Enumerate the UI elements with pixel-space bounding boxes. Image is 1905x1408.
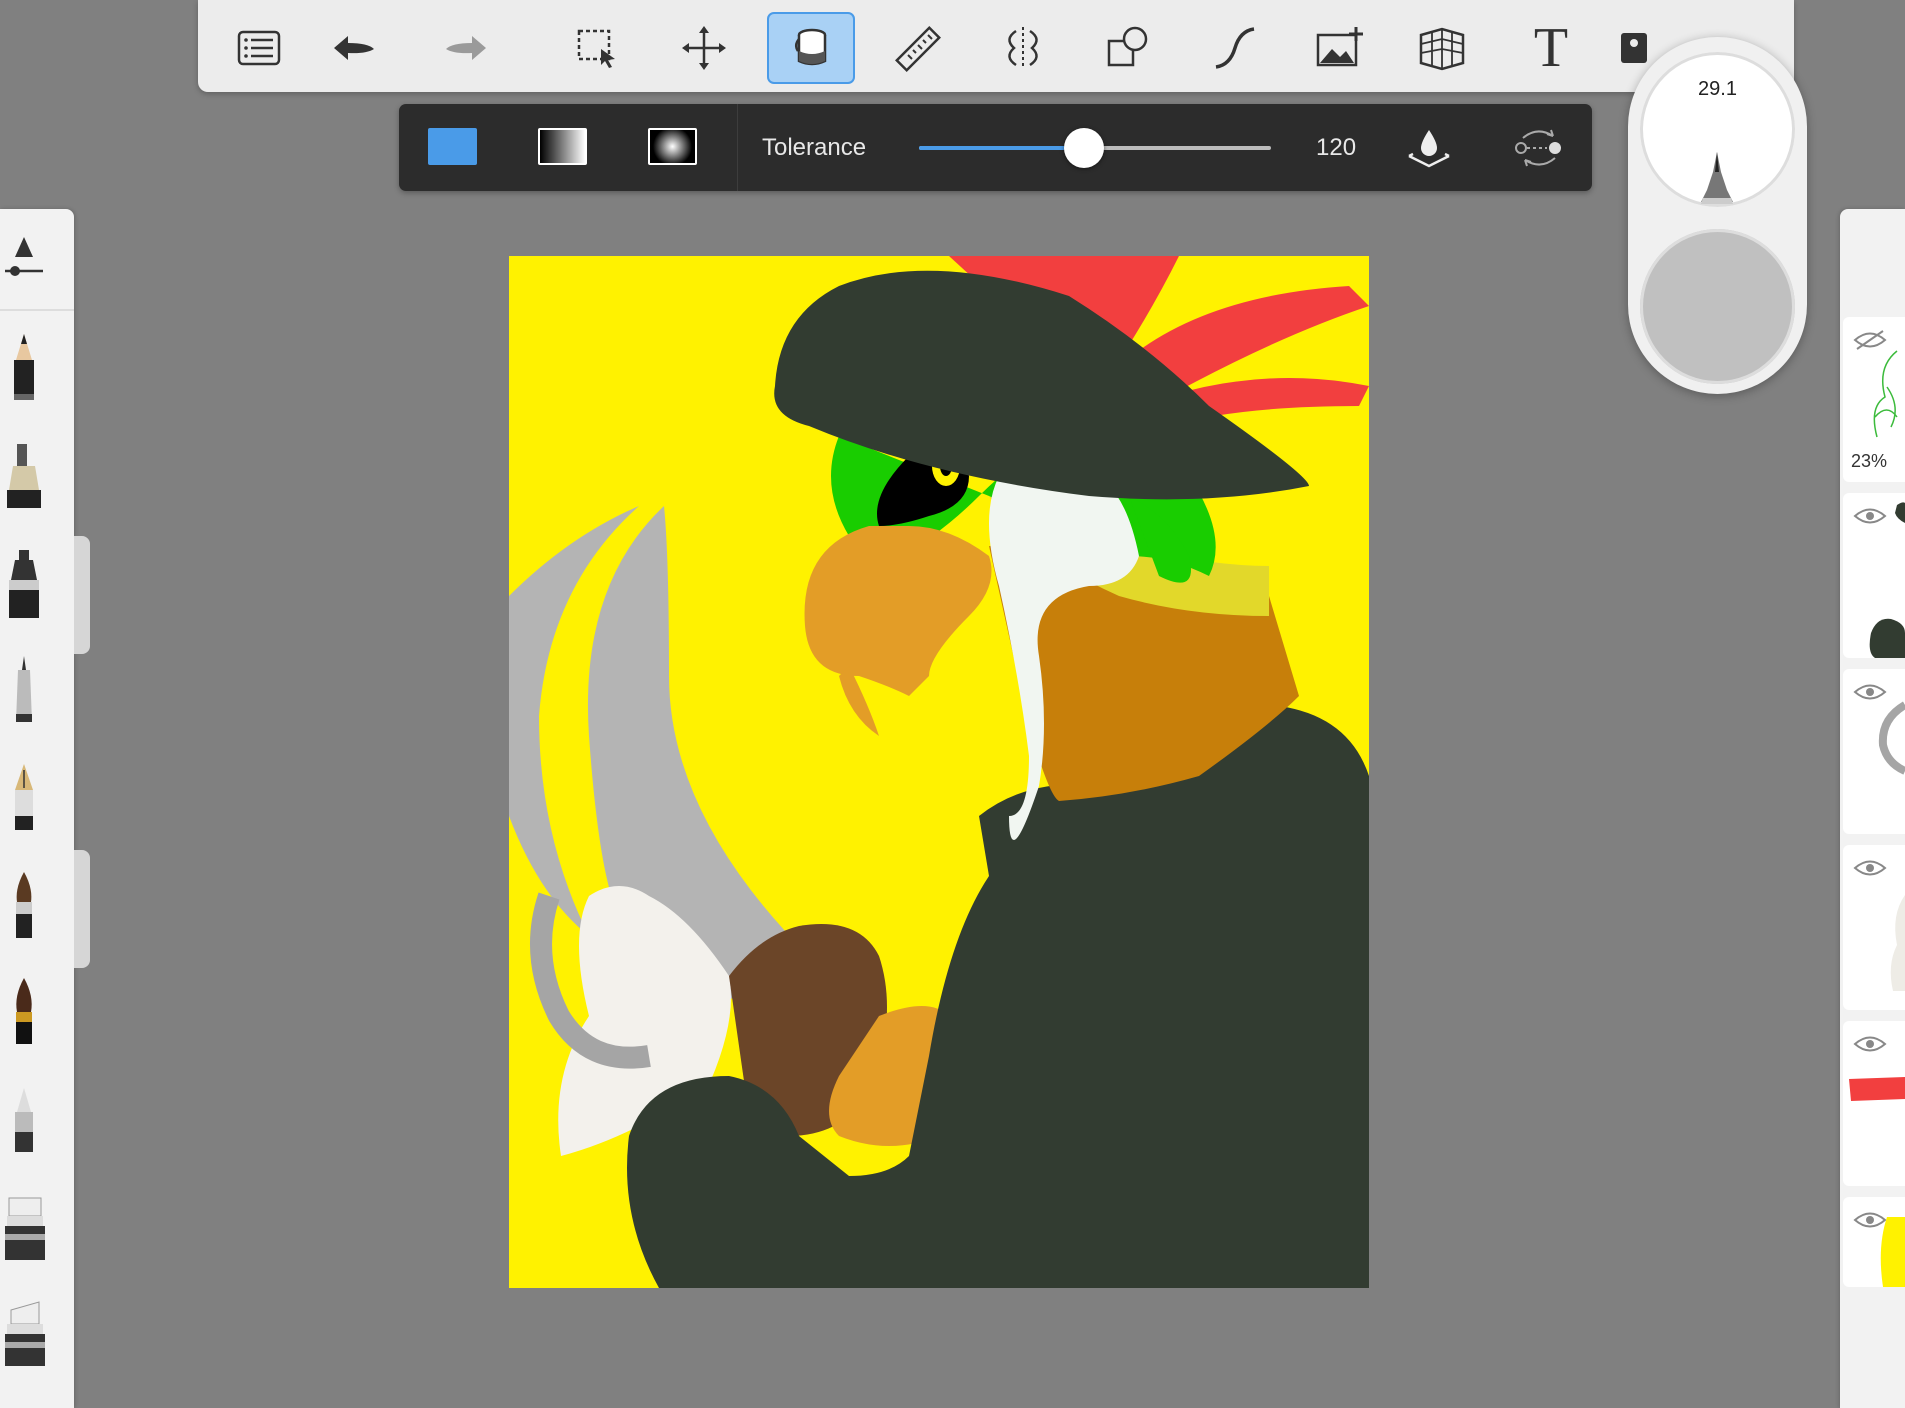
eye-visible-icon[interactable]	[1853, 1033, 1887, 1055]
layer-background-thumbnail	[1880, 1217, 1905, 1287]
symmetry-tool-button[interactable]	[979, 12, 1067, 84]
tolerance-value: 120	[1316, 134, 1357, 161]
shapes-icon	[1107, 26, 1148, 67]
fill-linear-gradient-button[interactable]	[538, 128, 587, 165]
layer-sketch-thumbnail	[1873, 350, 1898, 438]
redo-button[interactable]	[421, 12, 509, 84]
tolerance-slider-fill	[919, 146, 1085, 150]
layer-hat[interactable]	[1843, 493, 1905, 658]
undo-button[interactable]	[311, 12, 399, 84]
brush-felt-pen[interactable]	[0, 545, 48, 625]
brush-library-panel	[0, 209, 74, 1408]
tolerance-label: Tolerance	[762, 134, 867, 161]
layer-cloth[interactable]	[1843, 845, 1905, 1010]
perspective-grid-icon	[1419, 27, 1465, 71]
drawing-canvas[interactable]	[509, 256, 1369, 1288]
text-tool-button[interactable]: T	[1507, 12, 1595, 84]
fountain-pen-icon	[15, 764, 33, 830]
layer-hat-thumbnail	[1869, 502, 1905, 658]
eraser-icon	[5, 1197, 45, 1260]
text-icon: T	[1533, 17, 1569, 79]
layer-sketch[interactable]: 23%	[1843, 317, 1905, 482]
layer-feather[interactable]	[1843, 1021, 1905, 1186]
layer-opacity-value: 23%	[1851, 451, 1888, 471]
swap-cycle-icon	[1515, 129, 1561, 167]
smudge-eraser-icon	[5, 1301, 45, 1366]
transform-tool-button[interactable]	[660, 12, 748, 84]
droplet-layer-icon	[1408, 130, 1450, 168]
brush-puck[interactable]: 29.1	[1628, 37, 1807, 394]
brush-opacity-dial[interactable]	[1640, 229, 1795, 384]
list-icon	[237, 30, 281, 66]
layer-background[interactable]	[1843, 1197, 1905, 1287]
fill-mode-toggle-button[interactable]	[1511, 124, 1567, 172]
ruler-tool-button[interactable]	[874, 12, 962, 84]
symmetry-icon	[1008, 27, 1038, 69]
brush-watercolor[interactable]	[0, 973, 48, 1053]
layers-header[interactable]	[1840, 209, 1905, 309]
airbrush-icon	[15, 1088, 33, 1152]
import-image-button[interactable]	[1295, 12, 1383, 84]
fill-tool-button[interactable]	[767, 12, 855, 84]
brush-panel-handle-upper[interactable]	[74, 536, 90, 654]
pen-nib-icon	[1701, 152, 1733, 204]
brush-panel-divider	[0, 309, 74, 311]
curve-tool-button[interactable]	[1191, 12, 1279, 84]
layer-cloth-thumbnail	[1890, 895, 1905, 991]
tolerance-slider[interactable]	[919, 128, 1271, 168]
curve-icon	[1215, 27, 1255, 69]
tolerance-slider-knob[interactable]	[1064, 128, 1105, 168]
brush-paint-brush[interactable]	[0, 867, 48, 947]
image-add-icon	[1316, 27, 1363, 67]
brush-smudge[interactable]	[0, 1295, 48, 1375]
brush-eraser[interactable]	[0, 1189, 48, 1269]
layers-panel: 23%	[1840, 209, 1905, 1408]
fill-radial-gradient-button[interactable]	[648, 128, 697, 165]
redo-icon	[446, 36, 486, 60]
fill-divider	[737, 104, 738, 191]
brush-properties-icon	[5, 237, 43, 276]
paint-bucket-icon	[795, 28, 827, 66]
watercolor-brush-icon	[16, 978, 32, 1044]
brush-pencil[interactable]	[0, 329, 48, 409]
fill-options-bar: Tolerance 120	[399, 104, 1592, 191]
selection-tool-button[interactable]	[554, 12, 642, 84]
brush-technical-pen[interactable]	[0, 651, 48, 731]
perspective-tool-button[interactable]	[1398, 12, 1486, 84]
ruler-icon	[895, 26, 941, 72]
paint-brush-icon	[16, 872, 32, 938]
pencil-icon	[14, 334, 34, 400]
brush-fountain-pen[interactable]	[0, 759, 48, 839]
move-arrows-icon	[682, 26, 726, 70]
brush-airbrush[interactable]	[0, 1081, 48, 1161]
brush-properties-button[interactable]	[0, 229, 48, 289]
layer-sword-thumbnail	[1878, 701, 1905, 775]
brush-size-dial[interactable]: 29.1	[1640, 52, 1795, 207]
felt-pen-icon	[9, 550, 39, 618]
undo-icon	[334, 36, 374, 60]
eye-visible-icon[interactable]	[1853, 857, 1887, 879]
sample-layer-button[interactable]	[1405, 124, 1453, 172]
marquee-select-icon	[577, 29, 615, 68]
menu-button[interactable]	[215, 12, 303, 84]
layer-feather-thumbnail	[1849, 1077, 1905, 1101]
pirate-parrot-artwork	[509, 256, 1369, 1288]
brush-panel-handle-lower[interactable]	[74, 850, 90, 968]
technical-pen-icon	[16, 656, 32, 722]
top-toolbar: T	[198, 0, 1794, 92]
shapes-tool-button[interactable]	[1084, 12, 1172, 84]
brush-marker[interactable]	[0, 437, 48, 517]
layer-sword[interactable]	[1843, 669, 1905, 834]
fill-solid-color-button[interactable]	[428, 128, 477, 165]
brush-size-value: 29.1	[1698, 78, 1737, 100]
marker-icon	[7, 444, 41, 508]
